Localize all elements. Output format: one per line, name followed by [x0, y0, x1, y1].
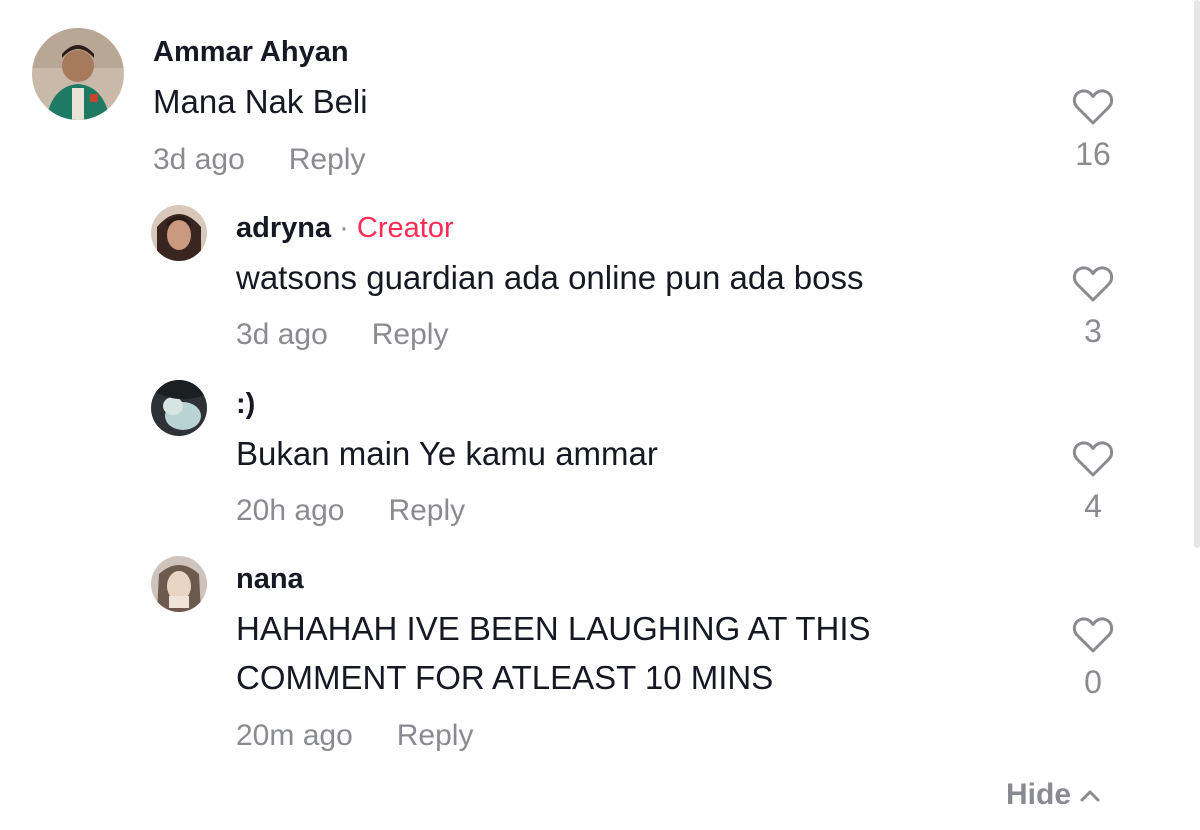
comment-text: Mana Nak Beli	[153, 83, 368, 120]
comment-author[interactable]: Ammar Ahyan	[153, 36, 349, 69]
scrollbar[interactable]	[1194, 0, 1200, 548]
avatar[interactable]	[32, 28, 124, 120]
comment-author-line: adryna · Creator	[236, 212, 454, 245]
heart-outline-icon	[1072, 441, 1114, 477]
heart-outline-icon	[1072, 89, 1114, 125]
reply-button[interactable]: Reply	[397, 719, 474, 752]
comment-time: 3d ago	[153, 143, 245, 176]
creator-badge: Creator	[356, 212, 454, 244]
comment-text: Bukan main Ye kamu ammar	[236, 435, 658, 472]
comment-text-line-1: HAHAHAH IVE BEEN LAUGHING AT THIS	[236, 610, 871, 647]
comment-author[interactable]: nana	[236, 563, 304, 596]
comment-meta: 20m ago Reply	[236, 719, 473, 753]
comment-author[interactable]: adryna	[236, 212, 331, 244]
comment-meta: 3d ago Reply	[153, 143, 365, 177]
like-button[interactable]: 16	[1063, 88, 1123, 173]
avatar[interactable]	[151, 556, 207, 612]
comment-time: 20m ago	[236, 719, 353, 752]
comment-text: watsons guardian ada online pun ada boss	[236, 259, 864, 296]
like-button[interactable]: 3	[1063, 265, 1123, 350]
avatar[interactable]	[151, 205, 207, 261]
separator-dot: ·	[339, 212, 349, 244]
chevron-up-icon	[1080, 790, 1100, 802]
comment-meta: 3d ago Reply	[236, 318, 448, 352]
heart-outline-icon	[1072, 266, 1114, 302]
reply-button[interactable]: Reply	[388, 494, 465, 527]
comment-author[interactable]: :)	[236, 388, 255, 421]
like-count: 3	[1084, 313, 1102, 349]
like-button[interactable]: 0	[1063, 616, 1123, 701]
comment-text-line-2: COMMENT FOR ATLEAST 10 MINS	[236, 659, 774, 696]
like-count: 0	[1084, 664, 1102, 700]
hide-label: Hide	[1006, 778, 1072, 811]
avatar[interactable]	[151, 380, 207, 436]
hide-replies-button[interactable]: Hide	[1006, 778, 1101, 812]
reply-button[interactable]: Reply	[372, 318, 449, 351]
reply-button[interactable]: Reply	[289, 143, 366, 176]
comment-time: 3d ago	[236, 318, 328, 351]
like-count: 4	[1084, 488, 1102, 524]
comment-meta: 20h ago Reply	[236, 494, 465, 528]
comment-time: 20h ago	[236, 494, 345, 527]
like-count: 16	[1075, 136, 1111, 172]
heart-outline-icon	[1072, 617, 1114, 653]
like-button[interactable]: 4	[1063, 440, 1123, 525]
